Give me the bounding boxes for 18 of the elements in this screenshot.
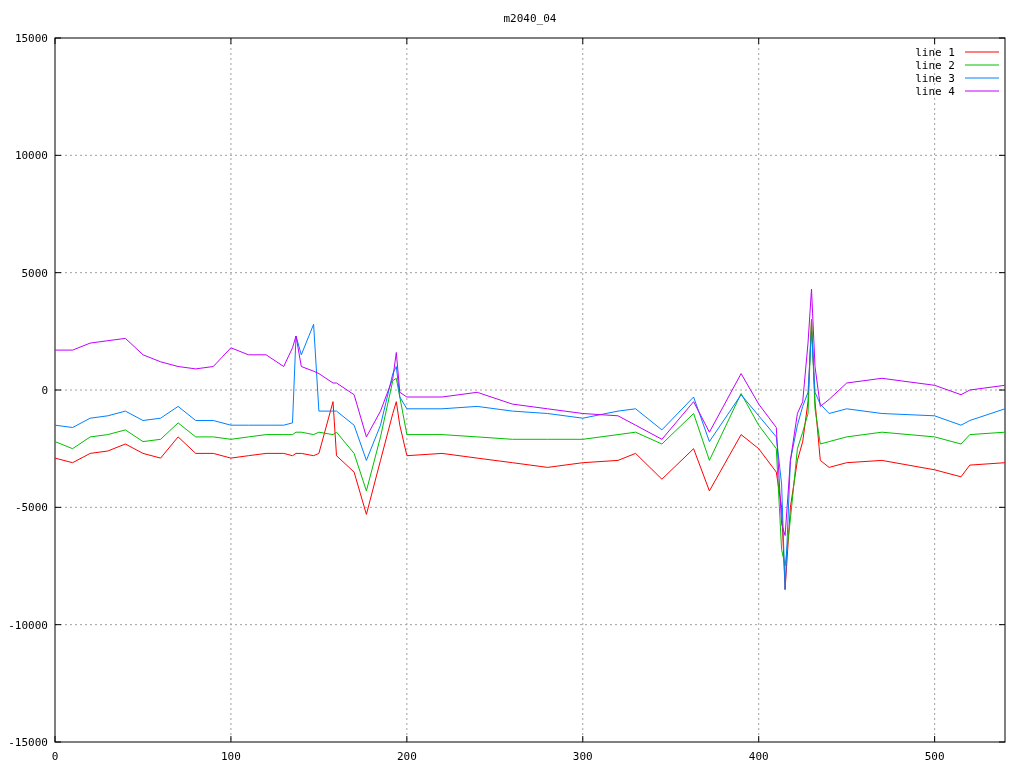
legend-label: line 4 [915, 85, 955, 98]
chart-title: m2040_04 [503, 12, 557, 25]
axis-tick-label: 0 [41, 384, 48, 397]
axis-tick-label: -15000 [8, 736, 48, 749]
axis-tick-label: 500 [924, 750, 945, 763]
axis-tick-label: 400 [748, 750, 769, 763]
axis-tick-label: -10000 [8, 618, 48, 632]
axis-tick-label: 0 [51, 750, 59, 763]
axis-tick-label: 5000 [21, 266, 48, 280]
legend-label: line 1 [915, 46, 955, 59]
axis-tick-label: 300 [572, 750, 593, 763]
axis-tick-label: -5000 [14, 501, 48, 515]
legend-label: line 3 [915, 72, 955, 85]
legend-label: line 2 [915, 59, 955, 72]
axis-tick-label: 200 [396, 750, 417, 763]
axis-tick-label: 10000 [14, 149, 48, 163]
axis-tick-label: 15000 [14, 32, 48, 45]
axis-tick-label: 100 [221, 750, 241, 763]
